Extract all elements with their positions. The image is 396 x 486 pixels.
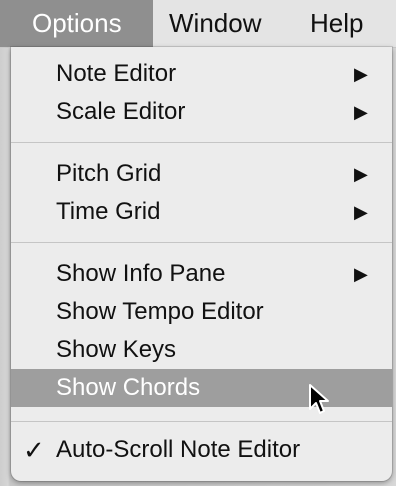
menu-item-label: Note Editor xyxy=(56,60,177,87)
menu-item-show-keys[interactable]: Show Keys xyxy=(11,331,392,369)
menu-item-show-tempo-editor[interactable]: Show Tempo Editor xyxy=(11,293,392,331)
submenu-arrow-icon: ▶ xyxy=(354,264,368,284)
submenu-arrow-icon: ▶ xyxy=(354,202,368,222)
submenu-arrow-icon: ▶ xyxy=(354,164,368,184)
menu-item-note-editor[interactable]: Note Editor ▶ xyxy=(11,55,392,93)
menu-separator xyxy=(11,421,392,422)
arrow-cursor-icon xyxy=(309,384,329,414)
menubar-window[interactable]: Window xyxy=(153,0,294,47)
menu-item-show-info-pane[interactable]: Show Info Pane ▶ xyxy=(11,255,392,293)
options-dropdown-menu: Note Editor ▶ Scale Editor ▶ Pitch Grid … xyxy=(11,47,392,481)
menu-item-label: Scale Editor xyxy=(56,98,186,125)
menu-item-label: Auto-Scroll Note Editor xyxy=(56,436,301,463)
submenu-arrow-icon: ▶ xyxy=(354,102,368,122)
menu-item-label: Show Info Pane xyxy=(56,260,226,287)
menu-item-label: Show Tempo Editor xyxy=(56,298,264,325)
menu-item-auto-scroll-note-editor[interactable]: ✓ Auto-Scroll Note Editor xyxy=(11,431,392,469)
menu-item-label: Show Keys xyxy=(56,336,177,363)
menu-bar: Options Window Help xyxy=(0,0,396,48)
menu-item-label: Show Chords xyxy=(56,374,201,401)
menu-item-label: Pitch Grid xyxy=(56,160,162,187)
submenu-arrow-icon: ▶ xyxy=(354,64,368,84)
menu-item-label: Time Grid xyxy=(56,198,161,225)
menu-item-show-chords[interactable]: Show Chords xyxy=(11,369,392,407)
screen: Options Window Help Note Editor ▶ Scale … xyxy=(0,0,396,486)
menubar-options[interactable]: Options xyxy=(0,0,153,47)
menu-item-scale-editor[interactable]: Scale Editor ▶ xyxy=(11,93,392,131)
menu-item-time-grid[interactable]: Time Grid ▶ xyxy=(11,193,392,231)
check-icon: ✓ xyxy=(23,435,45,465)
menubar-help[interactable]: Help xyxy=(294,0,396,47)
menu-item-pitch-grid[interactable]: Pitch Grid ▶ xyxy=(11,155,392,193)
menu-separator xyxy=(11,242,392,243)
menu-separator xyxy=(11,142,392,143)
